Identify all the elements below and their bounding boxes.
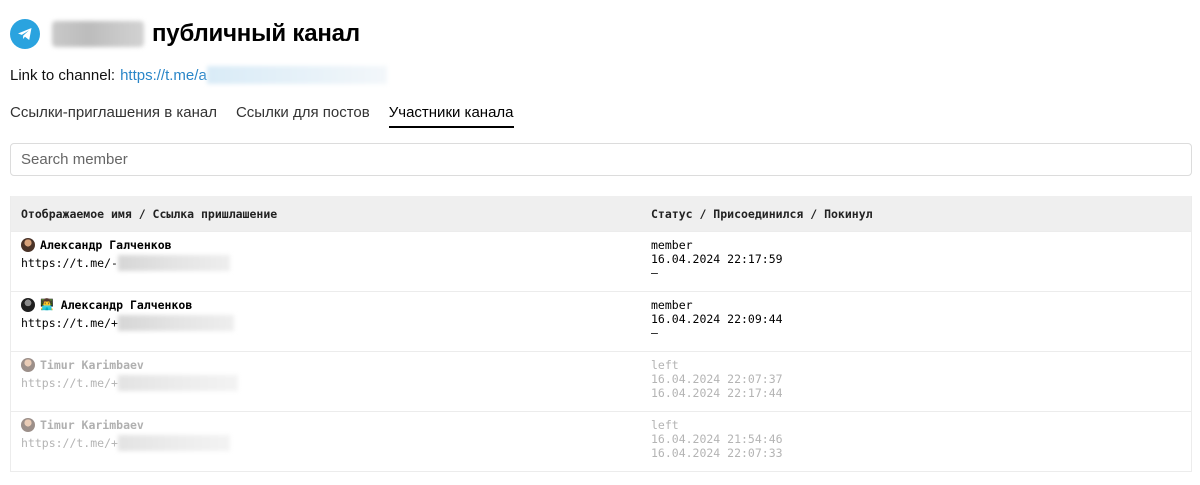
member-name: Александр Галченков bbox=[60, 298, 193, 312]
member-name: Timur Karimbaev bbox=[40, 358, 144, 372]
member-left: 16.04.2024 22:07:33 bbox=[651, 446, 783, 460]
member-joined: 16.04.2024 22:17:59 bbox=[651, 252, 783, 266]
member-status: member bbox=[651, 238, 693, 252]
table-row: Александр Галченков https://t.me/- membe… bbox=[11, 231, 1191, 291]
telegram-icon bbox=[10, 19, 40, 49]
member-left: — bbox=[651, 326, 658, 340]
member-left: — bbox=[651, 266, 658, 280]
redacted-channel-url bbox=[206, 66, 387, 84]
member-left: 16.04.2024 22:17:44 bbox=[651, 386, 783, 400]
member-name: Timur Karimbaev bbox=[40, 418, 144, 432]
table-header: Отображаемое имя / Ссылка пришлашение Ст… bbox=[11, 196, 1191, 231]
tab-bar: Ссылки-приглашения в канал Ссылки для по… bbox=[10, 104, 533, 128]
tab-invite-links[interactable]: Ссылки-приглашения в канал bbox=[10, 104, 217, 128]
avatar bbox=[21, 418, 35, 432]
avatar bbox=[21, 358, 35, 372]
member-invite-link[interactable]: https://t.me/+ bbox=[21, 376, 118, 390]
column-header-status: Статус / Присоединился / Покинул bbox=[651, 206, 873, 221]
member-name: Александр Галченков bbox=[40, 238, 172, 252]
member-status: left bbox=[651, 418, 679, 432]
member-invite-link[interactable]: https://t.me/+ bbox=[21, 436, 118, 450]
tab-channel-members[interactable]: Участники канала bbox=[388, 104, 514, 128]
redacted-link bbox=[117, 375, 238, 391]
member-emoji: 👨‍💻 bbox=[40, 298, 54, 311]
channel-link-label: Link to channel: bbox=[10, 66, 116, 84]
member-invite-link[interactable]: https://t.me/+ bbox=[21, 316, 118, 330]
channel-link[interactable]: https://t.me/a bbox=[120, 67, 207, 84]
search-box bbox=[10, 143, 1192, 176]
member-joined: 16.04.2024 21:54:46 bbox=[651, 432, 783, 446]
search-input[interactable] bbox=[11, 144, 1191, 175]
table-row: 👨‍💻 Александр Галченков https://t.me/+ m… bbox=[11, 291, 1191, 351]
member-invite-link[interactable]: https://t.me/- bbox=[21, 256, 118, 270]
redacted-link bbox=[117, 315, 234, 331]
redacted-link bbox=[117, 255, 230, 271]
member-status: left bbox=[651, 358, 679, 372]
redacted-link bbox=[117, 435, 230, 451]
member-joined: 16.04.2024 22:07:37 bbox=[651, 372, 783, 386]
page-title: публичный канал bbox=[152, 20, 360, 47]
members-table: Отображаемое имя / Ссылка пришлашение Ст… bbox=[10, 196, 1192, 472]
channel-link-row: Link to channel: https://t.me/a bbox=[10, 66, 387, 84]
table-row: Timur Karimbaev https://t.me/+ left 16.0… bbox=[11, 351, 1191, 411]
page-header: публичный канал bbox=[10, 16, 360, 52]
avatar bbox=[21, 298, 35, 312]
tab-post-links[interactable]: Ссылки для постов bbox=[236, 104, 370, 128]
table-row: Timur Karimbaev https://t.me/+ left 16.0… bbox=[11, 411, 1191, 471]
redacted-channel-name bbox=[52, 21, 144, 47]
column-header-name: Отображаемое имя / Ссылка пришлашение bbox=[21, 206, 278, 221]
member-status: member bbox=[651, 298, 693, 312]
avatar bbox=[21, 238, 35, 252]
member-joined: 16.04.2024 22:09:44 bbox=[651, 312, 783, 326]
